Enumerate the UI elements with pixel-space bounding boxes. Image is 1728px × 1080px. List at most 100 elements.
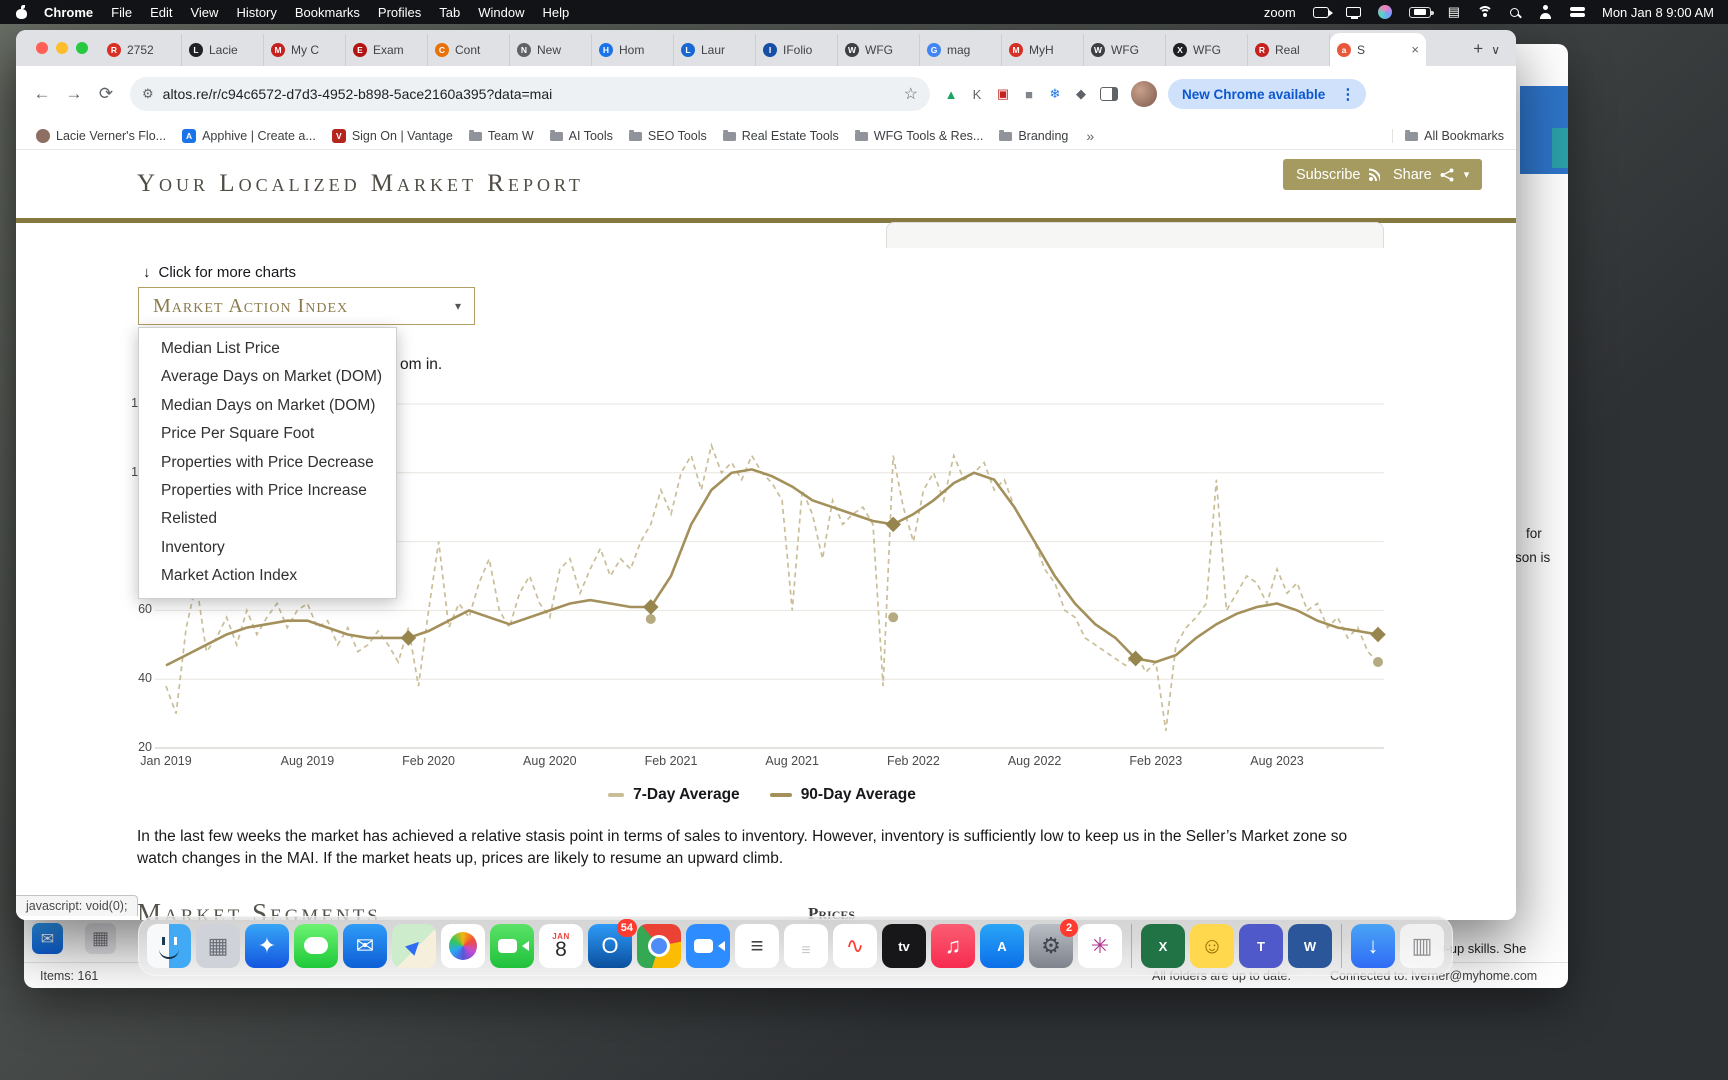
- browser-tab[interactable]: L Laur: [674, 34, 756, 66]
- browser-tab[interactable]: L Lacie: [182, 34, 264, 66]
- downloads-dock-icon[interactable]: ↓: [1351, 924, 1395, 968]
- browser-tab[interactable]: W WFG: [838, 34, 920, 66]
- menubar-item-window[interactable]: Window: [469, 5, 533, 20]
- wifi-icon[interactable]: [1476, 6, 1493, 18]
- url-text[interactable]: altos.re/r/c94c6572-d7d3-4952-b898-5ace2…: [163, 86, 895, 102]
- profile-avatar[interactable]: [1131, 81, 1157, 107]
- battery-icon[interactable]: [1408, 6, 1434, 18]
- drive-extension-icon[interactable]: ▲: [938, 81, 964, 107]
- messages-dock-icon[interactable]: [294, 924, 338, 968]
- apple-tv-dock-icon[interactable]: tv: [882, 924, 926, 968]
- menubar-item-profiles[interactable]: Profiles: [369, 5, 430, 20]
- control-center-icon[interactable]: [1569, 7, 1585, 17]
- menubar-item-tab[interactable]: Tab: [430, 5, 469, 20]
- excel-dock-icon[interactable]: X: [1141, 924, 1185, 968]
- menubar-item-help[interactable]: Help: [534, 5, 579, 20]
- browser-tab[interactable]: G mag: [920, 34, 1002, 66]
- bookmark-item[interactable]: AI Tools: [542, 126, 621, 146]
- bookmark-item[interactable]: A Apphive | Create a...: [174, 126, 324, 146]
- chrome-update-button[interactable]: New Chrome available ⋮: [1168, 79, 1367, 109]
- menubar-clock[interactable]: Mon Jan 8 9:00 AM: [1602, 5, 1714, 20]
- menubar-item-view[interactable]: View: [181, 5, 227, 20]
- word-dock-icon[interactable]: W: [1288, 924, 1332, 968]
- fast-user-switch-icon[interactable]: [1539, 5, 1553, 19]
- dropdown-menu-item[interactable]: Properties with Price Increase: [139, 477, 396, 505]
- back-button[interactable]: ←: [26, 78, 58, 110]
- dropdown-menu-item[interactable]: Properties with Price Decrease: [139, 449, 396, 477]
- system-settings-dock-icon[interactable]: ⚙ 2: [1029, 919, 1078, 968]
- keyboard-icon[interactable]: ▤: [1448, 4, 1460, 20]
- bookmark-item[interactable]: SEO Tools: [621, 126, 715, 146]
- minimize-window-button[interactable]: [56, 42, 68, 54]
- browser-tab[interactable]: H Hom: [592, 34, 674, 66]
- photos-dock-icon[interactable]: [441, 924, 485, 968]
- browser-menu-icon[interactable]: ⋮: [1335, 85, 1360, 103]
- reminders-dock-icon[interactable]: ≡: [735, 924, 779, 968]
- dropdown-menu-item[interactable]: Average Days on Market (DOM): [139, 363, 396, 391]
- display-icon[interactable]: [1345, 7, 1361, 19]
- dropdown-menu-item[interactable]: Price Per Square Foot: [139, 420, 396, 448]
- outlook-mail-icon[interactable]: ✉: [32, 923, 63, 954]
- browser-tab[interactable]: W WFG: [1084, 34, 1166, 66]
- chrome-dock-icon[interactable]: [637, 924, 681, 968]
- menubar-app-name[interactable]: Chrome: [35, 5, 102, 20]
- share-button[interactable]: Share ▾: [1380, 159, 1483, 190]
- new-tab-button[interactable]: +: [1465, 36, 1491, 62]
- safari-dock-icon[interactable]: ✦: [245, 924, 289, 968]
- apple-icon[interactable]: [16, 4, 27, 19]
- browser-tab[interactable]: N New: [510, 34, 592, 66]
- menubar-item-file[interactable]: File: [102, 5, 141, 20]
- chart-selector-dropdown[interactable]: Market Action Index ▾: [138, 287, 475, 325]
- browser-tab[interactable]: a S ×: [1330, 33, 1426, 66]
- zoom-menubar-label[interactable]: zoom: [1264, 5, 1296, 20]
- side-panel-icon[interactable]: [1100, 87, 1118, 101]
- maps-dock-icon[interactable]: ►: [392, 924, 436, 968]
- puzzle-icon[interactable]: ◆: [1068, 81, 1094, 107]
- dropdown-menu-item[interactable]: Market Action Index: [139, 562, 396, 590]
- browser-tab[interactable]: E Exam: [346, 34, 428, 66]
- menubar-item-edit[interactable]: Edit: [141, 5, 181, 20]
- dropdown-menu-item[interactable]: Relisted: [139, 505, 396, 533]
- all-bookmarks-label[interactable]: All Bookmarks: [1424, 129, 1504, 143]
- menubar-item-bookmarks[interactable]: Bookmarks: [286, 5, 369, 20]
- launchpad-dock-icon[interactable]: ▦: [196, 924, 240, 968]
- teams-dock-icon[interactable]: T: [1239, 924, 1283, 968]
- spotlight-icon[interactable]: [1509, 7, 1519, 17]
- music-dock-icon[interactable]: ♫: [931, 924, 975, 968]
- browser-tab[interactable]: M My C: [264, 34, 346, 66]
- calendar-dock-icon[interactable]: JAN 8: [539, 924, 583, 968]
- finder-dock-icon[interactable]: [147, 924, 191, 968]
- camera-icon[interactable]: [1312, 6, 1333, 18]
- browser-tab[interactable]: R 2752: [100, 34, 182, 66]
- browser-tab[interactable]: M MyH: [1002, 34, 1084, 66]
- facetime-dock-icon[interactable]: [490, 924, 534, 968]
- tab-close-icon[interactable]: ×: [1411, 42, 1419, 57]
- trash-dock-icon[interactable]: ▥: [1400, 924, 1444, 968]
- dropdown-menu-item[interactable]: Median Days on Market (DOM): [139, 392, 396, 420]
- bookmark-item[interactable]: Branding: [991, 126, 1076, 146]
- snowflake-extension-icon[interactable]: ❄: [1042, 81, 1068, 107]
- bookmark-item[interactable]: V Sign On | Vantage: [324, 126, 461, 146]
- browser-tab[interactable]: I IFolio: [756, 34, 838, 66]
- bookmarks-overflow-chevron[interactable]: »: [1078, 128, 1102, 144]
- zoom-dock-icon[interactable]: [686, 924, 730, 968]
- browser-tab[interactable]: R Real: [1248, 34, 1330, 66]
- voice-memos-dock-icon[interactable]: ∿: [833, 924, 877, 968]
- bookmark-star-icon[interactable]: ☆: [904, 84, 918, 104]
- outlook-grid-icon[interactable]: ▦: [85, 923, 116, 954]
- site-settings-icon[interactable]: ⚙: [142, 86, 154, 102]
- browser-tab[interactable]: X WFG: [1166, 34, 1248, 66]
- address-bar[interactable]: ⚙ altos.re/r/c94c6572-d7d3-4952-b898-5ac…: [130, 77, 930, 111]
- mail-dock-icon[interactable]: ✉: [343, 924, 387, 968]
- forward-button[interactable]: →: [58, 78, 90, 110]
- app-store-dock-icon[interactable]: A: [980, 924, 1024, 968]
- bookmark-item[interactable]: Real Estate Tools: [715, 126, 847, 146]
- slack-dock-icon[interactable]: ✳: [1078, 924, 1122, 968]
- browser-tab[interactable]: C Cont: [428, 34, 510, 66]
- menubar-item-history[interactable]: History: [227, 5, 285, 20]
- close-window-button[interactable]: [36, 42, 48, 54]
- yellow-app-dock-icon[interactable]: ☺: [1190, 924, 1234, 968]
- reload-button[interactable]: ⟳: [90, 78, 122, 110]
- subscribe-button[interactable]: Subscribe: [1283, 159, 1396, 190]
- bookmark-item[interactable]: Lacie Verner's Flo...: [28, 126, 174, 146]
